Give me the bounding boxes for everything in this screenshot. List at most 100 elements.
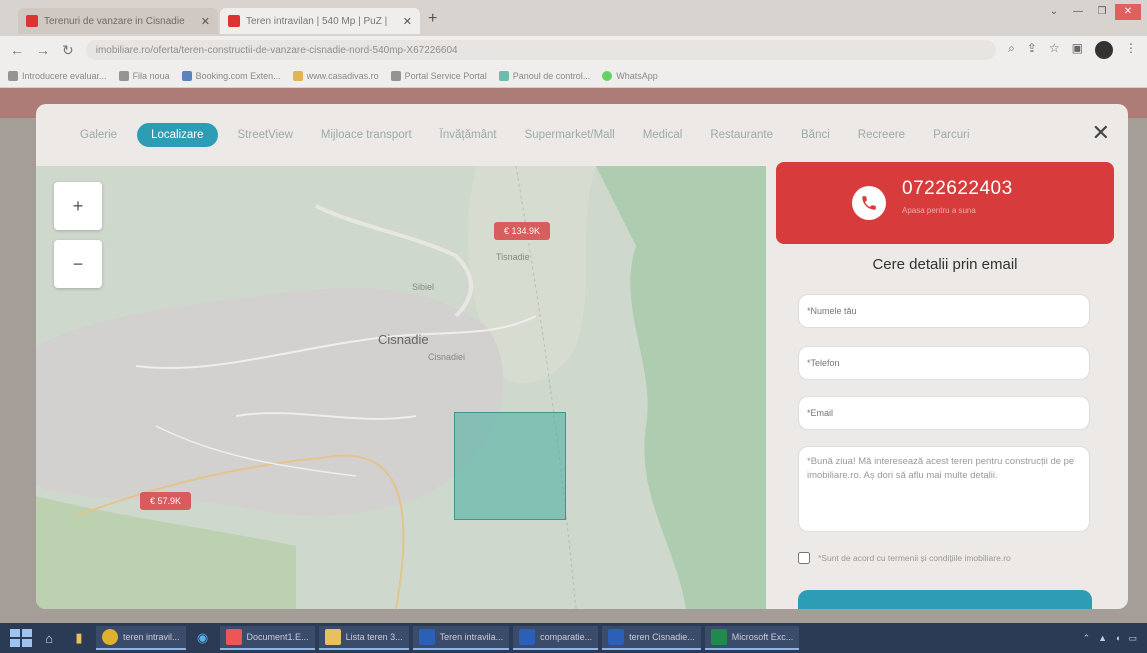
bookmark-item[interactable]: Panoul de control... [498, 70, 590, 81]
phone-subtitle: Apasa pentru a suna [902, 206, 976, 215]
url-text: imobiliare.ro/oferta/teren-constructii-d… [95, 44, 458, 56]
home-icon[interactable]: ⌂ [36, 627, 62, 649]
taskbar-app-chrome[interactable]: teren intravil... [96, 626, 186, 650]
close-window-icon[interactable]: ✕ [1115, 4, 1141, 20]
taskbar-app-folder[interactable]: Lista teren 3... [318, 626, 409, 650]
map-place-label: Sibiel [412, 282, 435, 292]
close-icon[interactable]: ✕ [1092, 122, 1110, 144]
phone-field[interactable] [798, 346, 1090, 380]
tab-banci[interactable]: Bănci [787, 123, 844, 147]
chevron-up-icon[interactable]: ⌃ [1083, 633, 1091, 644]
maximize-icon[interactable]: ❐ [1091, 4, 1113, 20]
tab-title: Terenuri de vanzare in Cisnadie [44, 15, 185, 27]
battery-icon[interactable]: ▭ [1128, 633, 1137, 644]
new-tab-icon[interactable]: + [428, 10, 437, 28]
back-icon[interactable]: ← [10, 42, 24, 58]
panel-title: Cere detalii prin email [872, 256, 1018, 273]
tab-streetview[interactable]: StreetView [224, 123, 307, 147]
site-favicon-icon [26, 15, 38, 27]
bookmark-icon [8, 70, 18, 81]
minimize-icon[interactable]: — [1067, 4, 1089, 20]
windows-start-icon[interactable] [10, 629, 32, 647]
close-icon[interactable]: ✕ [201, 15, 210, 28]
phone-call-button[interactable]: 0722622403 Apasa pentru a suna [776, 162, 1114, 244]
tab-parcuri[interactable]: Parcuri [919, 123, 983, 147]
address-bar: ← → ↻ imobiliare.ro/oferta/teren-constru… [0, 36, 1147, 64]
map-canvas [36, 166, 766, 609]
taskbar-app-word[interactable]: teren Cisnadie... [602, 626, 701, 650]
location-modal: Galerie Localizare StreetView Mijloace t… [36, 104, 1128, 609]
share-icon[interactable]: ⇪ [1027, 41, 1037, 59]
phone-number: 0722622403 [902, 178, 1013, 199]
zoom-out-button[interactable]: − [54, 240, 102, 288]
bookmark-item[interactable]: Fila noua [118, 70, 170, 81]
map-place-label: Tisnadie [496, 252, 530, 262]
system-tray[interactable]: ⌃ ▲ ◖ ▭ [1083, 633, 1147, 644]
tab-localizare[interactable]: Localizare [137, 123, 218, 147]
tab-restaurante[interactable]: Restaurante [696, 123, 787, 147]
bookmark-icon [292, 70, 303, 81]
tab-medical[interactable]: Medical [629, 123, 697, 147]
reload-icon[interactable]: ↻ [62, 42, 74, 59]
zoom-icon[interactable]: ⌕ [1008, 41, 1015, 59]
word-icon [519, 629, 536, 645]
tab-transport[interactable]: Mijloace transport [307, 123, 426, 147]
tab-recreere[interactable]: Recreere [844, 123, 919, 147]
map-city-label: Cisnadie [378, 332, 429, 347]
send-button[interactable] [798, 590, 1092, 609]
chevron-down-icon[interactable]: ⌄ [1043, 4, 1065, 20]
email-field[interactable] [798, 396, 1090, 430]
chrome-icon [102, 629, 118, 645]
zoom-in-button[interactable]: + [54, 182, 102, 230]
window-controls: ⌄ — ❐ ✕ [1043, 4, 1141, 20]
message-field[interactable]: *Bună ziua! Mă interesează acest teren p… [798, 446, 1090, 532]
tab-galerie[interactable]: Galerie [66, 123, 131, 147]
bookmark-item[interactable]: www.casadivas.ro [292, 70, 379, 81]
browser-tab-bar: Terenuri de vanzare in Cisnadie ✕ Teren … [0, 0, 1147, 36]
bookmark-item[interactable]: Booking.com Exten... [181, 70, 281, 81]
address-icons: ⌕ ⇪ ☆ ▣ ⋮ [1008, 41, 1137, 59]
pdf-icon [225, 629, 242, 645]
map-price-marker[interactable]: € 134.9K [494, 222, 551, 240]
map-price-marker[interactable]: € 57.9K [140, 492, 192, 510]
taskbar-app-word[interactable]: comparatie... [513, 626, 599, 650]
consent-label: *Sunt de acord cu termenii și condițiile… [818, 553, 1011, 563]
map-view[interactable]: + − Cisnadie Sibiel Tisnadie Cisnadiei €… [36, 166, 766, 609]
whatsapp-icon [602, 70, 613, 81]
menu-icon[interactable]: ⋮ [1125, 41, 1137, 59]
taskbar: ⌂ ▮ teren intravil... ◉ Document1.E... L… [0, 623, 1147, 653]
star-icon[interactable]: ☆ [1049, 41, 1060, 59]
taskbar-app-word[interactable]: Teren intravila... [412, 626, 510, 650]
url-field[interactable]: imobiliare.ro/oferta/teren-constructii-d… [85, 40, 997, 60]
sidebar-icon[interactable]: ▣ [1072, 41, 1083, 59]
file-explorer-icon[interactable]: ▮ [66, 627, 92, 649]
taskbar-app-pdf[interactable]: Document1.E... [219, 626, 315, 650]
bookmarks-bar: Introducere evaluar... Fila noua Booking… [0, 64, 1147, 88]
excel-icon [710, 629, 727, 645]
bookmark-item[interactable]: WhatsApp [602, 70, 658, 81]
word-icon [418, 629, 435, 645]
phone-icon [852, 186, 886, 220]
tab-invatamant[interactable]: Învățământ [426, 123, 511, 147]
name-field[interactable] [798, 294, 1090, 328]
tab-supermarket[interactable]: Supermarket/Mall [511, 123, 629, 147]
forward-icon[interactable]: → [36, 42, 50, 58]
consent-checkbox[interactable] [798, 552, 810, 564]
network-icon[interactable]: ▲ [1098, 633, 1107, 644]
bookmark-item[interactable]: Portal Service Portal [390, 70, 487, 81]
map-place-label: Cisnadiei [428, 352, 466, 362]
modal-tabs: Galerie Localizare StreetView Mijloace t… [36, 104, 1128, 166]
avatar[interactable] [1095, 41, 1113, 59]
browser-tab-1[interactable]: Terenuri de vanzare in Cisnadie ✕ [18, 8, 218, 34]
word-icon [608, 629, 625, 645]
close-icon[interactable]: ✕ [403, 15, 412, 28]
folder-icon [324, 629, 341, 645]
browser-tab-2[interactable]: Teren intravilan | 540 Mp | PuZ | ✕ [220, 8, 420, 34]
bookmark-item[interactable]: Introducere evaluar... [8, 70, 107, 81]
land-parcel-area[interactable] [454, 412, 566, 520]
taskbar-app-excel[interactable]: Microsoft Exc... [704, 626, 800, 650]
bookmark-icon [118, 70, 129, 81]
site-favicon-icon [228, 15, 240, 27]
edge-icon[interactable]: ◉ [190, 627, 216, 649]
volume-icon[interactable]: ◖ [1115, 633, 1120, 644]
